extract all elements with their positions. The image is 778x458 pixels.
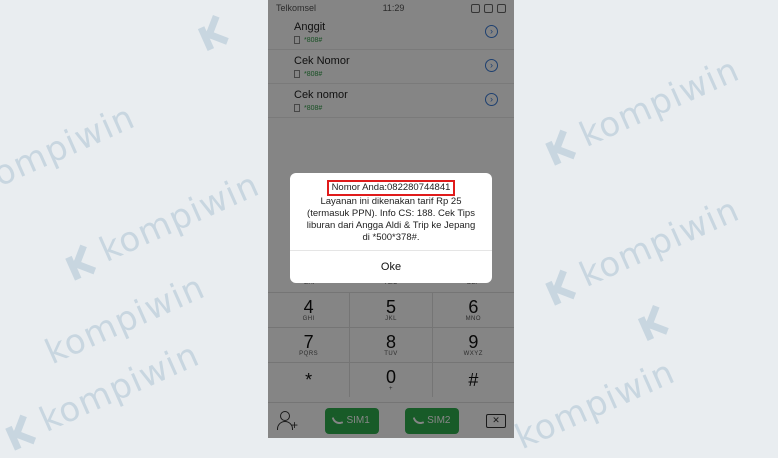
ok-button[interactable]: Oke (290, 251, 492, 283)
ussd-dialog: Nomor Anda:082280744841 Layanan ini dike… (290, 173, 492, 283)
watermark-logo-icon (544, 131, 578, 165)
watermark (193, 4, 242, 55)
watermark-logo-icon (197, 17, 231, 51)
watermark: kompiwin (541, 190, 746, 310)
watermark: kompiwin (1, 335, 206, 455)
phone-screen: Telkomsel 11:29 Anggit *808# › Cek Nomor… (268, 0, 514, 438)
watermark-logo-icon (4, 416, 38, 450)
number-highlight: Nomor Anda:082280744841 (326, 180, 456, 196)
watermark: kompiwin (509, 352, 682, 458)
watermark: kompiwin (0, 97, 142, 203)
dialog-body-text: Layanan ini dikenakan tarif Rp 25 (terma… (306, 196, 476, 243)
watermark-logo-icon (637, 307, 671, 341)
dialog-message: Nomor Anda:082280744841 Layanan ini dike… (290, 173, 492, 244)
watermark: kompiwin (541, 50, 746, 170)
watermark-logo-icon (544, 271, 578, 305)
watermark (633, 294, 682, 345)
watermark: kompiwin (61, 165, 266, 285)
watermark-logo-icon (64, 246, 98, 280)
